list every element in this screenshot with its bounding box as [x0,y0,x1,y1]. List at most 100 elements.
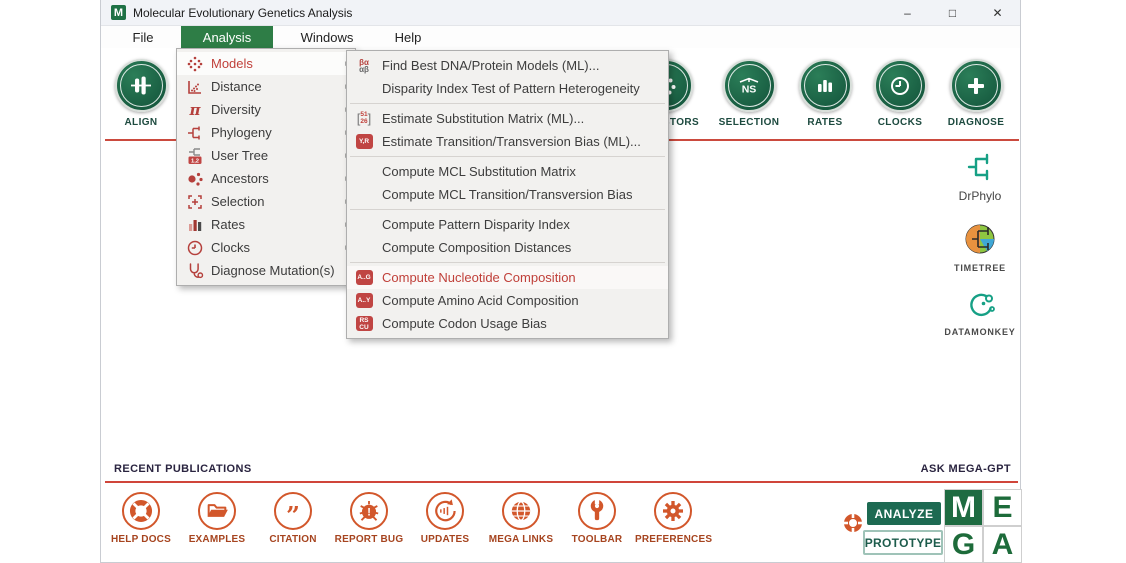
updates-label: UPDATES [407,534,483,545]
toolbar-settings-button[interactable]: TOOLBAR [559,492,635,545]
phylogeny-tree-icon [185,124,205,142]
mega-logo-letter-m: M [944,489,983,526]
find-best-models-icon: βα αβ [354,59,374,73]
nucleotide-composition-icon: A..G [356,270,373,285]
models-icon [185,55,205,73]
mega-links-globe-icon [502,492,540,530]
recent-publications-heading: RECENT PUBLICATIONS [114,463,252,475]
toolbar-clocks-button[interactable]: CLOCKS [860,59,940,128]
submenu-item-estimate-transition-transversion[interactable]: Y,R Estimate Transition/Transversion Bia… [347,130,668,153]
menu-file[interactable]: File [121,26,165,48]
submenu-item-compute-composition-distances[interactable]: Compute Composition Distances [347,236,668,259]
models-submenu: βα αβ Find Best DNA/Protein Models (ML).… [346,50,669,339]
amino-acid-composition-icon: A..Y [356,293,373,308]
menu-bar: File Analysis Windows Help [101,26,1020,48]
menu-analysis[interactable]: Analysis [181,26,273,48]
preferences-gear-icon [654,492,692,530]
ask-mega-gpt-heading[interactable]: ASK MEGA-GPT [921,463,1011,475]
window-controls: – □ ✕ [885,0,1020,26]
drphylo-link[interactable]: DrPhylo [940,152,1020,203]
submenu-item-label: Compute Pattern Disparity Index [374,217,570,232]
menu-help[interactable]: Help [383,26,433,48]
submenu-item-estimate-substitution-matrix[interactable]: [ 51 26 ] Estimate Substitution Matrix (… [347,107,668,130]
submenu-item-label: Estimate Transition/Transversion Bias (M… [374,134,641,149]
menu-item-rates[interactable]: Rates ▸ [177,213,355,236]
submenu-item-find-best-models[interactable]: βα αβ Find Best DNA/Protein Models (ML).… [347,54,668,77]
menu-item-phylogeny[interactable]: Phylogeny ▸ [177,121,355,144]
menu-item-label: Diagnose Mutation(s) [205,263,350,278]
clocks-menu-icon [185,239,205,257]
toolbar-selection-button[interactable]: NS SELECTION [709,59,789,128]
report-bug-button[interactable]: ! REPORT BUG [331,492,407,545]
minimize-button[interactable]: – [885,0,930,26]
mega-logo-letter-g: G [944,526,983,563]
menu-item-label: Selection [205,194,345,209]
mega-links-button[interactable]: MEGA LINKS [483,492,559,545]
submenu-item-label: Compute Nucleotide Composition [374,270,576,285]
citation-label: CITATION [255,534,331,545]
nucleotide-icon-wrap: A..G [354,270,374,285]
timetree-label: TIMETREE [940,263,1020,273]
submenu-item-compute-mcl-substitution-matrix[interactable]: Compute MCL Substitution Matrix [347,160,668,183]
examples-button[interactable]: EXAMPLES [179,492,255,545]
codon-icon-wrap: RS CU [354,316,374,331]
submenu-item-compute-mcl-transition-transversion[interactable]: Compute MCL Transition/Transversion Bias [347,183,668,206]
distance-icon [185,78,205,96]
updates-button[interactable]: UPDATES [407,492,483,545]
toolbar-selection-label: SELECTION [709,117,789,128]
submenu-item-label: Compute Codon Usage Bias [374,316,547,331]
preferences-label: PREFERENCES [635,534,711,545]
mega-logo-letter-e: E [983,489,1022,526]
menu-windows[interactable]: Windows [287,26,367,48]
drphylo-label: DrPhylo [940,189,1020,203]
submenu-item-label: Estimate Substitution Matrix (ML)... [374,111,584,126]
menu-item-label: Clocks [205,240,345,255]
align-icon [115,59,168,112]
submenu-item-compute-pattern-disparity[interactable]: Compute Pattern Disparity Index [347,213,668,236]
timetree-globe-icon [963,222,997,256]
menu-item-diversity[interactable]: π Diversity ▸ [177,98,355,121]
desktop-background: M Molecular Evolutionary Genetics Analys… [0,0,1126,563]
amino-icon-wrap: A..Y [354,293,374,308]
title-bar: M Molecular Evolutionary Genetics Analys… [101,0,1020,26]
menu-item-selection[interactable]: Selection ▸ [177,190,355,213]
help-docs-button[interactable]: HELP DOCS [103,492,179,545]
toolbar-align-button[interactable]: ALIGN [101,59,181,128]
toolbar-diagnose-label: DIAGNOSE [936,117,1016,128]
menu-item-models[interactable]: Models ▸ [177,52,355,75]
menu-item-label: Models [205,56,345,71]
prototype-mode-button[interactable]: PROTOTYPE [863,530,943,555]
selection-icon: NS [723,59,776,112]
toolbar-rates-button[interactable]: RATES [785,59,865,128]
toolbar-diagnose-button[interactable]: DIAGNOSE [936,59,1016,128]
submenu-item-label: Compute MCL Transition/Transversion Bias [374,187,632,202]
menu-item-user-tree[interactable]: 1,2 User Tree ▸ [177,144,355,167]
submenu-item-label: Find Best DNA/Protein Models (ML)... [374,58,599,73]
timetree-link[interactable]: TIMETREE [940,222,1020,273]
maximize-button[interactable]: □ [930,0,975,26]
datamonkey-link[interactable]: DATAMONKEY [940,290,1020,337]
submenu-item-compute-nucleotide-composition[interactable]: A..G Compute Nucleotide Composition [347,266,668,289]
submenu-item-disparity-index-test[interactable]: Disparity Index Test of Pattern Heteroge… [347,77,668,100]
close-button[interactable]: ✕ [975,0,1020,26]
menu-item-ancestors[interactable]: Ancestors ▸ [177,167,355,190]
datamonkey-label: DATAMONKEY [940,327,1020,337]
examples-label: EXAMPLES [179,534,255,545]
mega-logo-letter-a: A [983,526,1022,563]
mega-app-icon: M [111,5,126,20]
submenu-item-compute-amino-acid-composition[interactable]: A..Y Compute Amino Acid Composition [347,289,668,312]
analyze-mode-button[interactable]: ANALYZE [867,502,941,525]
submenu-item-compute-codon-usage-bias[interactable]: RS CU Compute Codon Usage Bias [347,312,668,335]
menu-item-distance[interactable]: Distance ▸ [177,75,355,98]
menu-item-label: Distance [205,79,345,94]
menu-item-clocks[interactable]: Clocks ▸ [177,236,355,259]
menu-item-label: Rates [205,217,345,232]
rates-icon [799,59,852,112]
preferences-button[interactable]: PREFERENCES [635,492,711,545]
yr-icon: Y,R [356,134,373,149]
examples-folder-icon [198,492,236,530]
mega-gpt-lifebuoy-icon[interactable] [842,512,864,539]
mega-logo: M E G A [944,489,1022,563]
menu-item-diagnose-mutations[interactable]: Diagnose Mutation(s) [177,259,355,282]
citation-button[interactable]: ” CITATION [255,492,331,545]
